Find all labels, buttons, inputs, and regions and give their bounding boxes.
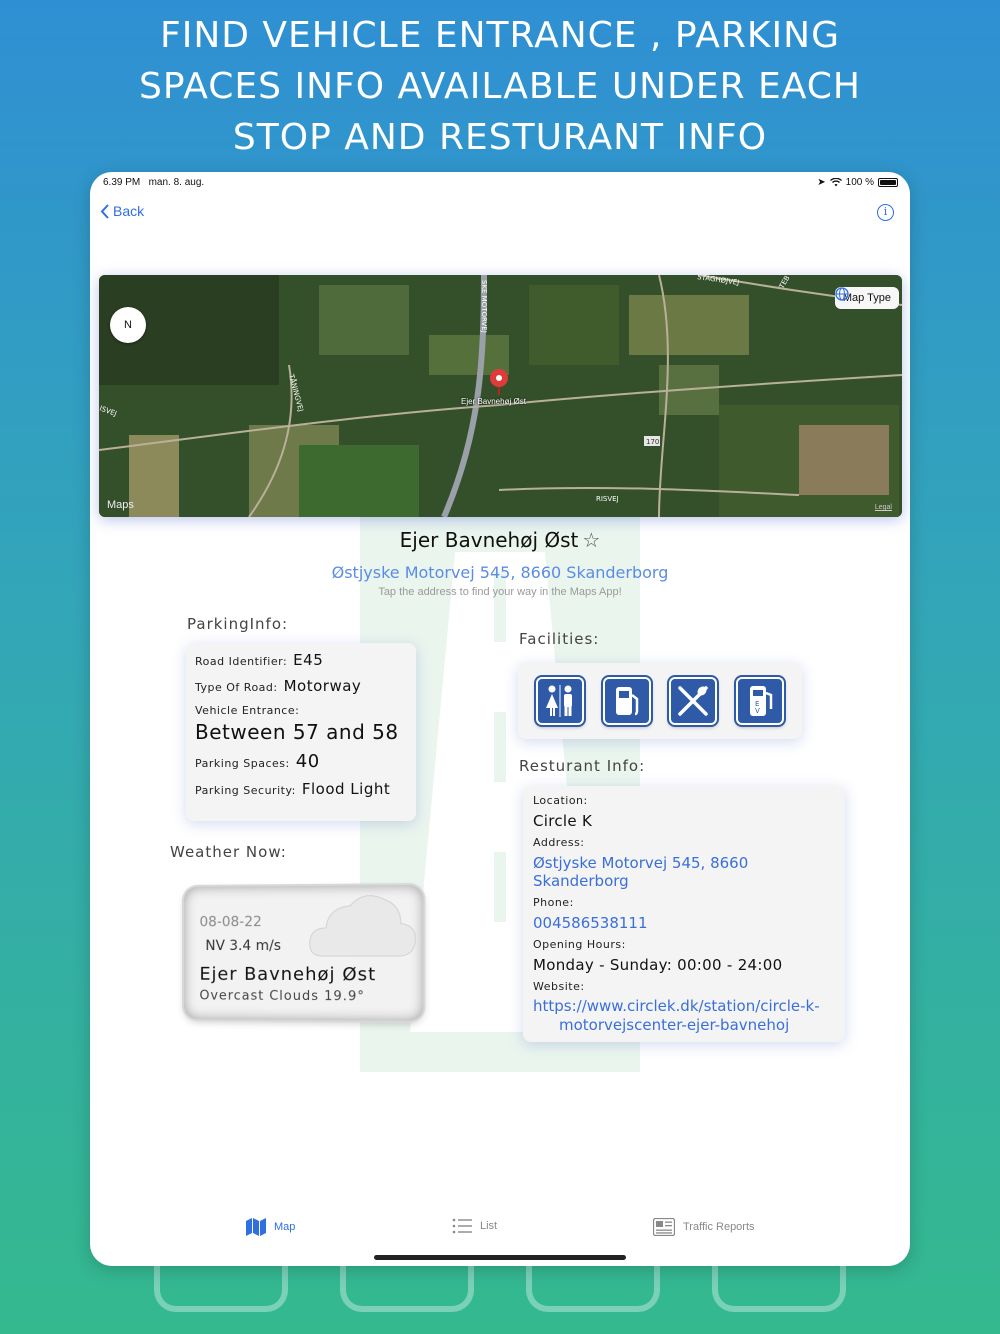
opening-hours-value: Monday - Sunday: 00:00 - 24:00 (533, 956, 835, 974)
place-address-link[interactable]: Østjyske Motorvej 545, 8660 Skanderborg (90, 563, 910, 582)
back-button[interactable]: Back (100, 203, 144, 219)
svg-text:170: 170 (646, 438, 659, 446)
website-key: Website: (533, 980, 835, 993)
weather-now-heading: Weather Now: (170, 843, 287, 861)
parking-security-key: Parking Security: (195, 784, 296, 797)
type-of-road-key: Type Of Road: (195, 681, 278, 694)
maps-logo: Maps (107, 499, 134, 511)
parking-spaces-key: Parking Spaces: (195, 757, 290, 770)
chevron-left-icon (100, 204, 109, 219)
tab-map-label: Map (274, 1221, 295, 1233)
legal-link[interactable]: Legal (875, 504, 892, 511)
tablet-screen: 6.39 PM man. 8. aug. ➤ 100 % Back i SKE … (90, 172, 910, 1266)
back-label: Back (113, 203, 144, 219)
parking-info-card: Road Identifier: E45 Type Of Road: Motor… (186, 643, 416, 821)
weather-description: Overcast Clouds 19.9° (199, 989, 364, 1005)
weather-wind: NV 3.4 m/s (205, 938, 281, 954)
status-bar: 6.39 PM man. 8. aug. ➤ 100 % (103, 177, 898, 191)
map-view[interactable]: SKE MOTORVEJ TÅNINGVEJ ISVEJ STAGHØJVEJ … (99, 275, 902, 517)
ev-charger-icon[interactable]: E V (736, 677, 784, 725)
tab-traffic-reports-label: Traffic Reports (683, 1221, 755, 1233)
weather-date: 08-08-22 (199, 914, 261, 930)
promo-line-3: STOP AND RESTURANT INFO (0, 112, 1000, 163)
svg-text:RISVEJ: RISVEJ (596, 495, 619, 503)
phone-link[interactable]: 004586538111 (533, 914, 835, 932)
promo-line-2: SPACES INFO AVAILABLE UNDER EACH (0, 61, 1000, 112)
newspaper-icon (653, 1218, 675, 1236)
road-identifier-value: E45 (293, 651, 323, 669)
tab-list-label: List (480, 1220, 497, 1232)
vehicle-entrance-value: Between 57 and 58 (195, 720, 399, 744)
location-value: Circle K (533, 812, 835, 830)
facilities-card: E V (518, 663, 802, 739)
tab-list[interactable]: List (452, 1218, 497, 1234)
home-indicator[interactable] (374, 1255, 626, 1260)
vehicle-entrance-key: Vehicle Entrance: (195, 704, 299, 717)
parking-info-heading: ParkingInfo: (187, 615, 288, 633)
svg-text:SKE MOTORVEJ: SKE MOTORVEJ (480, 280, 488, 333)
road-identifier-key: Road Identifier: (195, 655, 287, 668)
compass-icon[interactable]: N (110, 307, 146, 343)
website-link[interactable]: https://www.circlek.dk/station/circle-k-… (533, 997, 835, 1035)
location-icon: ➤ (817, 177, 825, 188)
tab-traffic-reports[interactable]: Traffic Reports (653, 1218, 755, 1236)
map-icon (246, 1218, 266, 1236)
parking-spaces-value: 40 (296, 751, 320, 772)
info-icon[interactable]: i (877, 204, 894, 221)
tab-map[interactable]: Map (246, 1218, 295, 1236)
place-title: Ejer Bavnehøj Øst ☆ (90, 528, 910, 552)
promo-line-1: FIND VEHICLE ENTRANCE , PARKING (0, 10, 1000, 61)
favorite-star-icon[interactable]: ☆ (582, 528, 600, 552)
battery-percent: 100 % (846, 177, 874, 188)
map-type-button[interactable]: Map Type (835, 287, 899, 309)
cloud-icon (308, 891, 417, 960)
place-address-hint: Tap the address to find your way in the … (90, 586, 910, 598)
globe-icon (835, 287, 849, 301)
opening-hours-key: Opening Hours: (533, 938, 835, 951)
restroom-icon[interactable] (536, 677, 584, 725)
wifi-icon (830, 178, 842, 187)
satellite-map-image: SKE MOTORVEJ TÅNINGVEJ ISVEJ STAGHØJVEJ … (99, 275, 902, 517)
weather-place: Ejer Bavnehøj Øst (199, 964, 376, 985)
battery-icon (878, 178, 898, 187)
status-right: ➤ 100 % (817, 177, 898, 188)
address-key: Address: (533, 836, 835, 849)
restaurant-info-heading: Resturant Info: (519, 757, 645, 775)
list-icon (452, 1218, 472, 1234)
phone-key: Phone: (533, 896, 835, 909)
facilities-heading: Facilities: (519, 630, 599, 648)
location-key: Location: (533, 794, 835, 807)
fuel-pump-icon[interactable] (603, 677, 651, 725)
map-type-label: Map Type (843, 292, 891, 304)
restaurant-address-link[interactable]: Østjyske Motorvej 545, 8660 Skanderborg (533, 854, 835, 890)
parking-security-value: Flood Light (302, 780, 390, 798)
weather-widget: 08-08-22 NV 3.4 m/s Ejer Bavnehøj Øst Ov… (184, 885, 423, 1021)
map-pin-label: Ejer Bavnehøj Øst (461, 397, 526, 406)
restaurant-info-card: Location: Circle K Address: Østjyske Mot… (523, 786, 845, 1042)
promo-headline: FIND VEHICLE ENTRANCE , PARKING SPACES I… (0, 10, 1000, 163)
restaurant-icon[interactable] (669, 677, 717, 725)
status-time: 6.39 PM man. 8. aug. (103, 177, 204, 188)
svg-text:V: V (755, 707, 760, 715)
tab-bar: Map List Traffic Reports (90, 1206, 910, 1266)
type-of-road-value: Motorway (284, 677, 362, 695)
